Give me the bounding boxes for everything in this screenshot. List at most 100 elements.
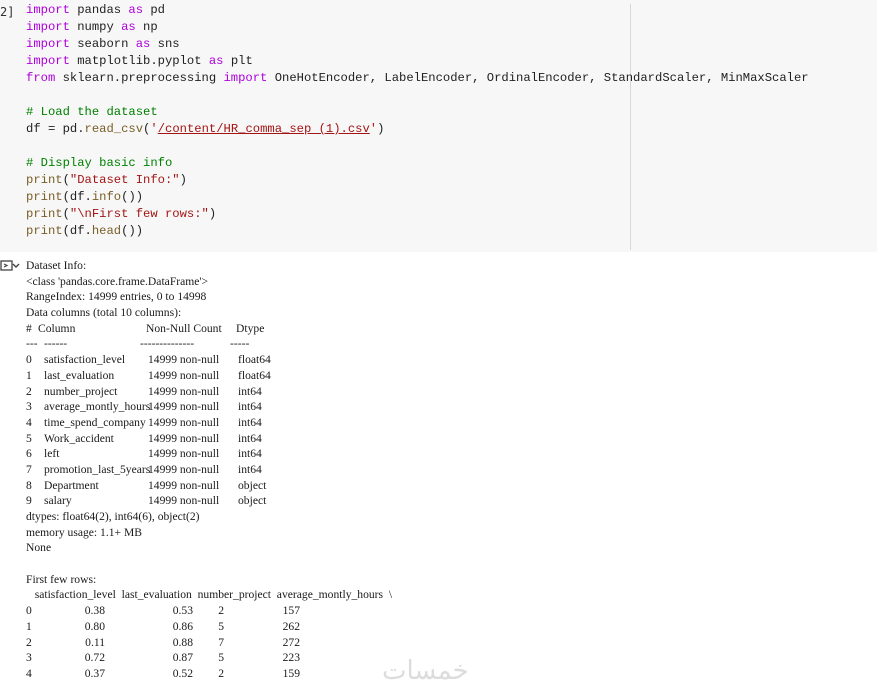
non-null-count: 14999 non-null (148, 368, 220, 382)
dtype: int64 (238, 447, 262, 461)
row-index: 0 (26, 353, 32, 367)
keyword: as (135, 37, 151, 51)
average-montly-hours: 159 (282, 666, 300, 680)
string-literal: "Dataset Info:" (69, 173, 180, 187)
header-dtype: Dtype (236, 321, 265, 335)
code-line-2: import numpy as np (26, 19, 871, 36)
column-name: satisfaction_level (44, 353, 126, 367)
satisfaction-level: 0.38 (84, 604, 105, 618)
module-name: sklearn.preprocessing (55, 71, 224, 85)
column-name: average_montly_hours (44, 400, 151, 414)
cell-output: Dataset Info: <class 'pandas.core.frame.D… (26, 258, 871, 682)
file-path-link[interactable]: /content/HR_comma_sep (1).csv (158, 122, 370, 136)
row-index: 0 (26, 604, 32, 618)
header-count: Non-Null Count (146, 321, 222, 335)
dtype: int64 (238, 400, 262, 414)
average-montly-hours: 157 (282, 604, 300, 618)
info-table-row: 5 Work_accident 14999 non-null int64 (26, 431, 871, 447)
info-table-row: 4 time_spend_company 14999 non-null int64 (26, 415, 871, 431)
code-line-9: print("\nFirst few rows:") (26, 206, 871, 223)
row-index: 7 (26, 462, 32, 476)
row-index: 4 (26, 666, 32, 680)
row-index: 3 (26, 400, 32, 414)
column-name: last_evaluation (44, 368, 115, 382)
info-table-row: 9 salary 14999 non-null object (26, 493, 871, 509)
non-null-count: 14999 non-null (148, 400, 220, 414)
function-name: print (26, 173, 63, 187)
non-null-count: 14999 non-null (148, 353, 220, 367)
sep-index: --- (26, 337, 38, 351)
output-line: Data columns (total 10 columns): (26, 306, 182, 320)
code-editor[interactable]: import pandas as pd import numpy as np i… (26, 2, 871, 240)
dtype: object (238, 494, 267, 508)
column-name: number_project (44, 384, 118, 398)
function-name: print (26, 190, 63, 204)
non-null-count: 14999 non-null (148, 494, 220, 508)
non-null-count: 14999 non-null (148, 447, 220, 461)
keyword: from (26, 71, 56, 85)
dtype: object (238, 478, 267, 492)
sep-count: -------------- (140, 337, 195, 351)
dtype: float64 (238, 353, 271, 367)
function-name: info (91, 190, 122, 204)
satisfaction-level: 0.11 (85, 635, 105, 649)
sep-dtype: ----- (230, 337, 250, 351)
info-table-row: 7 promotion_last_5years14999 non-null int6… (26, 462, 871, 478)
code-line-7: print("Dataset Info:") (26, 172, 871, 189)
output-line: <class 'pandas.core.frame.DataFrame'> (26, 274, 209, 288)
paren: ) (377, 122, 385, 136)
dtype: int64 (238, 431, 262, 445)
memory-line: memory usage: 1.1+ MB (26, 525, 143, 539)
row-index: 3 (26, 651, 32, 665)
output-header-lines: Dataset Info: <class 'pandas.core.frame.D… (26, 258, 871, 321)
row-index: 8 (26, 478, 32, 492)
row-index: 9 (26, 494, 32, 508)
satisfaction-level: 0.72 (84, 651, 105, 665)
satisfaction-level: 0.37 (84, 666, 105, 680)
output-toggle-icon[interactable] (0, 258, 20, 274)
non-null-count: 14999 non-null (148, 462, 220, 476)
last-evaluation: 0.53 (172, 604, 193, 618)
paren: ) (208, 207, 217, 221)
dataframe-row: 1 0.80 0.86 5 262 (26, 619, 871, 635)
keyword: import (26, 37, 70, 51)
non-null-count: 14999 non-null (148, 478, 220, 492)
code-line-4: import matplotlib.pyplot as plt (26, 53, 871, 70)
output-line: Dataset Info: (26, 259, 87, 272)
number-project: 5 (218, 651, 224, 665)
paren: ()) (121, 224, 144, 238)
info-table-header: # Column Non-Null Count Dtype (26, 321, 871, 337)
average-montly-hours: 262 (282, 619, 300, 633)
column-name: salary (44, 494, 72, 508)
number-project: 7 (218, 635, 224, 649)
code-cell-input[interactable]: 2] import pandas as pd import numpy as n… (0, 0, 877, 252)
alias: sns (150, 37, 180, 51)
code-line-6: df = pd.read_csv('/content/HR_comma_sep … (26, 121, 871, 138)
number-project: 5 (218, 619, 224, 633)
dataframe-row: 0 0.38 0.53 2 157 (26, 603, 871, 619)
row-index: 2 (26, 635, 32, 649)
code-line-3: import seaborn as sns (26, 36, 871, 53)
row-index: 4 (26, 415, 32, 429)
function-name: head (91, 224, 122, 238)
keyword: import (26, 54, 70, 68)
execution-count: 2] (0, 5, 15, 19)
alias: np (135, 20, 158, 34)
sep-column: ------ (44, 337, 68, 351)
last-evaluation: 0.88 (172, 635, 193, 649)
row-index: 1 (26, 619, 32, 633)
module-name: pandas (69, 3, 129, 17)
imported-names: OneHotEncoder, LabelEncoder, OrdinalEnco… (267, 71, 809, 85)
row-index: 6 (26, 447, 32, 461)
keyword: as (208, 54, 224, 68)
last-evaluation: 0.86 (172, 619, 193, 633)
dtype: int64 (238, 415, 262, 429)
keyword: as (121, 20, 136, 34)
watermark-logo: خمسات (382, 656, 469, 686)
non-null-count: 14999 non-null (148, 431, 220, 445)
code-line-5: from sklearn.preprocessing import OneHot… (26, 70, 871, 87)
info-table-row: 2 number_project 14999 non-null int64 (26, 384, 871, 400)
code-comment: # Display basic info (26, 156, 173, 170)
function-name: print (26, 207, 63, 221)
